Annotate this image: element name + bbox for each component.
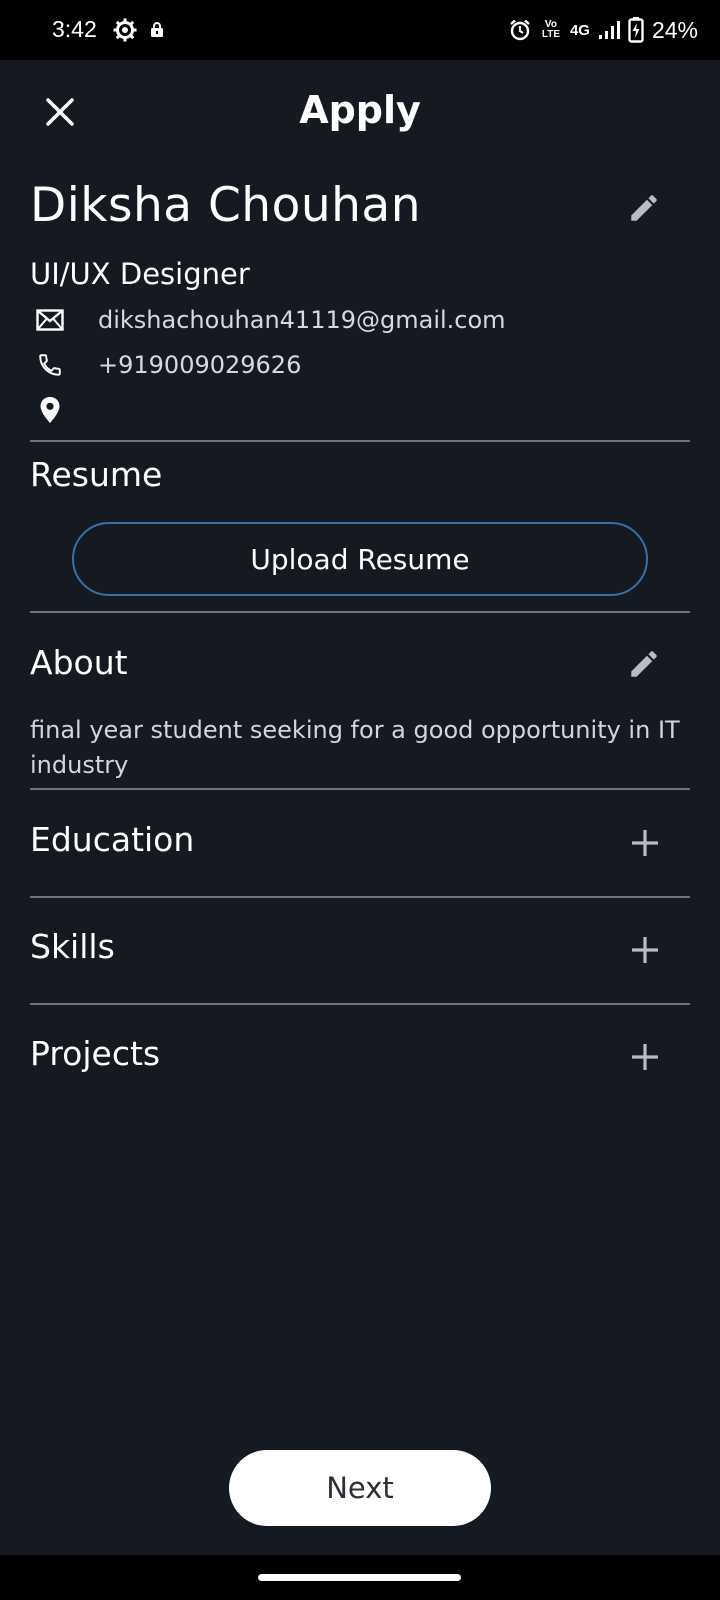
education-label: Education: [30, 820, 195, 859]
about-text: final year student seeking for a good op…: [30, 716, 680, 779]
settings-gear-icon: [113, 18, 137, 42]
add-skills-button[interactable]: [620, 925, 670, 975]
edit-profile-button[interactable]: [622, 186, 666, 230]
mail-icon: [32, 302, 68, 338]
projects-label: Projects: [30, 1034, 161, 1073]
plus-icon: [632, 1044, 658, 1070]
lock-icon: [151, 22, 163, 37]
page-title: Apply: [299, 88, 421, 132]
edit-about-button[interactable]: [622, 642, 666, 686]
divider: [30, 611, 690, 613]
network-type: 4G: [569, 21, 590, 39]
divider: [30, 896, 690, 898]
next-button[interactable]: Next: [229, 1450, 491, 1526]
home-gesture-handle[interactable]: [258, 1574, 461, 1581]
battery-charging-icon: [628, 17, 644, 43]
plus-icon: [632, 937, 658, 963]
volte-indicator: Vo LTE: [541, 19, 561, 40]
email-value[interactable]: dikshachouhan41119@gmail.com: [98, 306, 506, 334]
signal-icon: [598, 21, 620, 39]
email-row: dikshachouhan41119@gmail.com: [30, 302, 506, 338]
resume-label: Resume: [30, 455, 163, 494]
location-row: [30, 392, 98, 428]
status-icons: Vo LTE 4G 24%: [508, 14, 698, 46]
divider: [30, 1003, 690, 1005]
alarm-icon: [510, 19, 530, 41]
status-time: 3:42: [52, 16, 97, 42]
upload-resume-button[interactable]: Upload Resume: [72, 522, 648, 596]
divider: [30, 440, 690, 442]
phone-icon: [32, 347, 68, 383]
pencil-icon: [631, 651, 657, 677]
profile-role: UI/UX Designer: [30, 257, 250, 291]
phone-value[interactable]: +919009029626: [98, 351, 301, 379]
phone-row: +919009029626: [30, 347, 301, 383]
status-bar: 3:42 Vo LTE 4G 24%: [0, 0, 720, 60]
divider: [30, 788, 690, 790]
skills-label: Skills: [30, 927, 115, 966]
profile-name: Diksha Chouhan: [30, 178, 422, 233]
add-education-button[interactable]: [620, 818, 670, 868]
about-label: About: [30, 643, 128, 682]
add-projects-button[interactable]: [620, 1032, 670, 1082]
location-pin-icon: [32, 392, 68, 428]
battery-percent: 24%: [651, 16, 698, 43]
pencil-icon: [631, 195, 657, 221]
plus-icon: [632, 830, 658, 856]
